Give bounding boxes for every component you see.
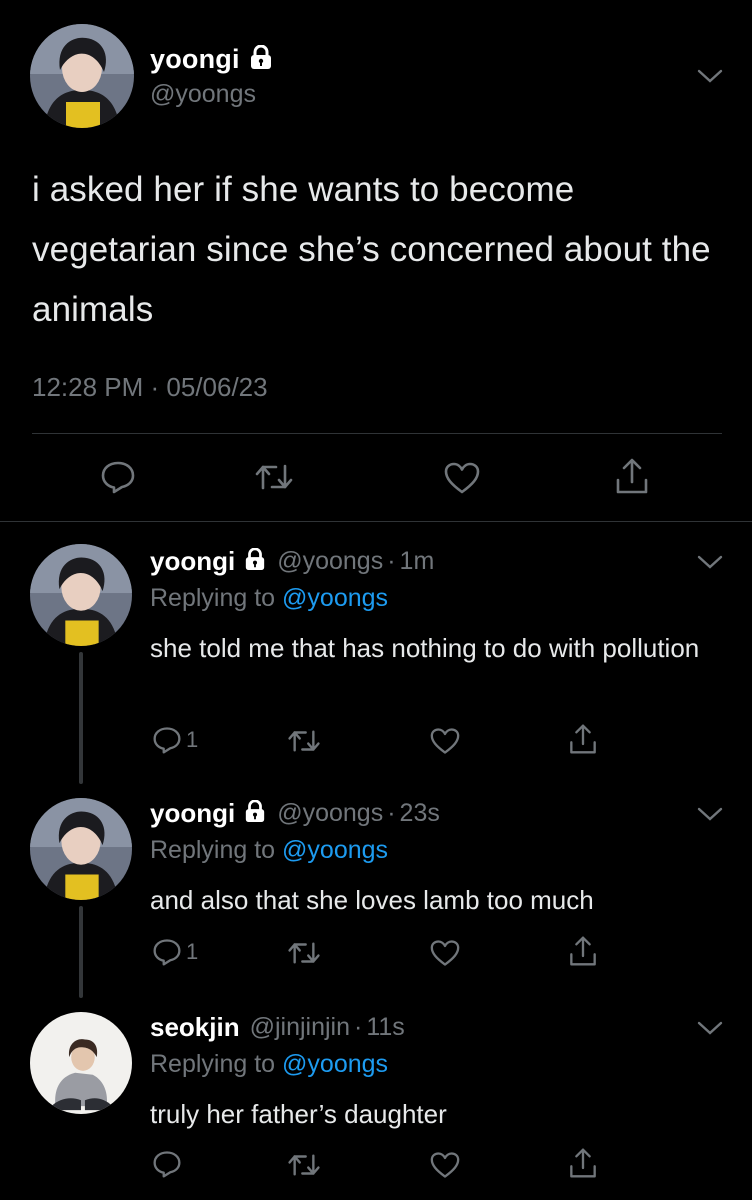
separator-dot: · — [387, 547, 396, 575]
like-button[interactable] — [429, 727, 461, 755]
replying-label: Replying to — [150, 584, 276, 612]
retweet-icon — [254, 462, 294, 492]
replying-to: Replying to @yoongs — [150, 836, 388, 865]
share-button[interactable] — [568, 1146, 598, 1180]
like-button[interactable] — [429, 939, 461, 967]
handle[interactable]: @yoongs — [277, 799, 383, 828]
reply-button[interactable] — [152, 1150, 182, 1178]
avatar[interactable] — [30, 798, 132, 900]
main-tweet: yoongi @yoongs i asked her if she wants … — [0, 0, 752, 522]
reply-header: seokjin @jinjinjin · 11s — [150, 1012, 405, 1043]
reply-tweet: yoongi @yoongs · 1m Replying to @yoongs … — [0, 522, 752, 784]
lock-icon — [243, 547, 267, 575]
timestamp[interactable]: 23s — [400, 799, 440, 828]
reply-count: 1 — [186, 939, 199, 964]
share-icon — [614, 456, 650, 496]
lock-icon — [248, 44, 274, 74]
replying-label: Replying to — [150, 836, 276, 864]
display-name[interactable]: yoongi — [150, 546, 235, 577]
reply-button[interactable] — [100, 460, 136, 494]
mention-link[interactable]: @yoongs — [282, 584, 388, 612]
replying-label: Replying to — [150, 1050, 276, 1078]
lock-icon — [243, 799, 267, 827]
tweet-thread-page: yoongi @yoongs i asked her if she wants … — [0, 0, 752, 1200]
handle[interactable]: @yoongs — [277, 547, 383, 576]
avatar[interactable] — [30, 1012, 132, 1114]
share-button[interactable] — [614, 456, 650, 496]
share-button[interactable] — [568, 722, 598, 756]
like-button[interactable] — [429, 1151, 461, 1179]
heart-icon — [429, 939, 461, 967]
reply-icon — [100, 460, 136, 494]
retweet-button[interactable] — [287, 940, 321, 966]
share-button[interactable] — [568, 934, 598, 968]
reply-count: 1 — [186, 727, 199, 752]
retweet-button[interactable] — [287, 1152, 321, 1178]
display-name[interactable]: yoongi — [150, 798, 235, 829]
reply-icon — [152, 938, 182, 966]
heart-icon — [443, 461, 481, 495]
retweet-button[interactable] — [254, 462, 294, 492]
thread-line — [79, 906, 83, 998]
tweet-text: i asked her if she wants to become veget… — [32, 170, 711, 329]
reply-icon — [152, 726, 182, 754]
like-button[interactable] — [443, 461, 481, 495]
chevron-down-icon[interactable] — [697, 1020, 723, 1036]
reply-icon — [152, 1150, 182, 1178]
reply-text: and also that she loves lamb too much — [150, 885, 594, 915]
timestamp[interactable]: 11s — [366, 1013, 404, 1042]
timestamp[interactable]: 1m — [400, 547, 435, 576]
avatar[interactable] — [30, 24, 134, 128]
main-name-row: yoongi — [150, 44, 274, 75]
separator-dot: · — [354, 1013, 363, 1041]
heart-icon — [429, 727, 461, 755]
divider — [32, 433, 722, 434]
mention-link[interactable]: @yoongs — [282, 836, 388, 864]
reply-button[interactable]: 1 — [152, 726, 198, 754]
reply-tweet: yoongi @yoongs · 23s Replying to @yoongs… — [0, 784, 752, 998]
retweet-icon — [287, 728, 321, 754]
share-icon — [568, 934, 598, 968]
reply-header: yoongi @yoongs · 1m — [150, 546, 434, 577]
chevron-down-icon[interactable] — [697, 806, 723, 822]
handle[interactable]: @yoongs — [150, 80, 256, 109]
reply-tweet: seokjin @jinjinjin · 11s Replying to @yo… — [0, 998, 752, 1200]
heart-icon — [429, 1151, 461, 1179]
thread-line — [79, 652, 83, 784]
chevron-down-icon[interactable] — [697, 554, 723, 570]
mention-link[interactable]: @yoongs — [282, 1050, 388, 1078]
reply-header: yoongi @yoongs · 23s — [150, 798, 440, 829]
display-name[interactable]: seokjin — [150, 1012, 240, 1043]
avatar[interactable] — [30, 544, 132, 646]
share-icon — [568, 1146, 598, 1180]
retweet-icon — [287, 1152, 321, 1178]
replying-to: Replying to @yoongs — [150, 1050, 388, 1079]
reply-text: she told me that has nothing to do with … — [150, 633, 700, 663]
replying-to: Replying to @yoongs — [150, 584, 388, 613]
retweet-button[interactable] — [287, 728, 321, 754]
chevron-down-icon[interactable] — [697, 68, 723, 84]
reply-text: truly her father’s daughter — [150, 1099, 447, 1129]
handle[interactable]: @jinjinjin — [250, 1013, 350, 1042]
timestamp[interactable]: 12:28 PM · 05/06/23 — [32, 372, 268, 403]
separator-dot: · — [387, 799, 396, 827]
share-icon — [568, 722, 598, 756]
display-name[interactable]: yoongi — [150, 44, 240, 75]
reply-button[interactable]: 1 — [152, 938, 198, 966]
retweet-icon — [287, 940, 321, 966]
